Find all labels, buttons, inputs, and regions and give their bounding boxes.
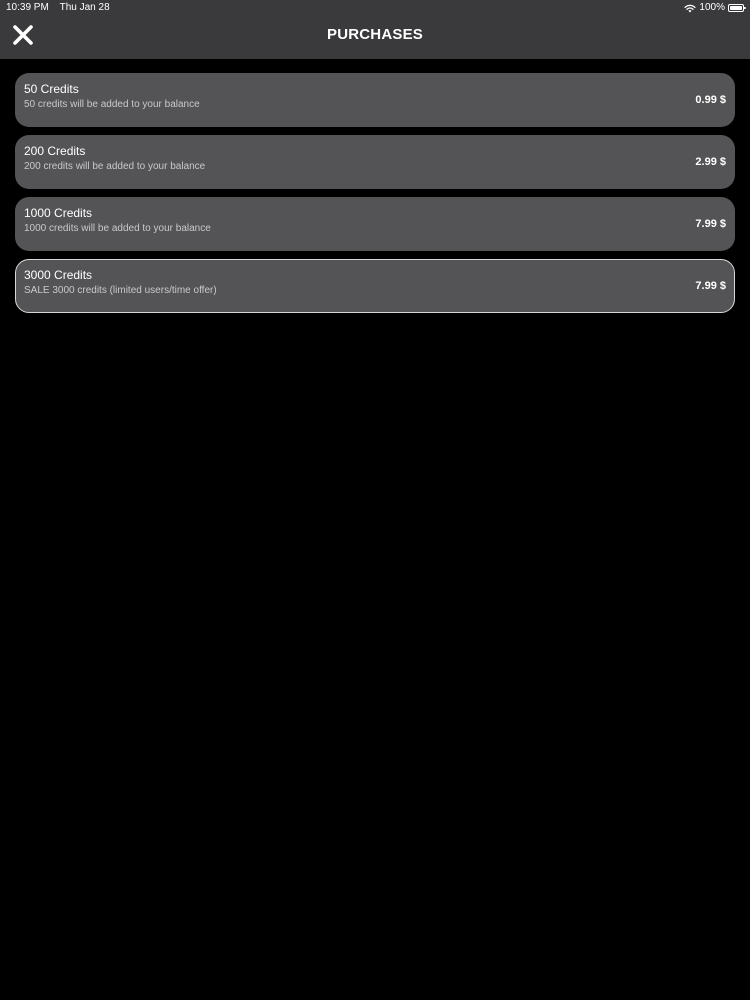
status-time: 10:39 PM	[6, 2, 49, 13]
purchase-title: 200 Credits	[24, 144, 86, 158]
battery-percentage: 100%	[699, 2, 725, 13]
battery-fill	[730, 6, 742, 10]
purchase-description: 1000 credits will be added to your balan…	[24, 223, 211, 234]
purchase-item-1000-credits[interactable]: 1000 Credits 1000 credits will be added …	[15, 197, 735, 251]
status-right: 100%	[684, 1, 746, 15]
purchase-title: 50 Credits	[24, 82, 79, 96]
purchase-price: 2.99 $	[695, 156, 726, 168]
purchase-description: SALE 3000 credits (limited users/time of…	[24, 285, 217, 296]
purchase-description: 200 credits will be added to your balanc…	[24, 161, 206, 172]
purchase-item-200-credits[interactable]: 200 Credits 200 credits will be added to…	[15, 135, 735, 189]
purchase-item-50-credits[interactable]: 50 Credits 50 credits will be added to y…	[15, 73, 735, 127]
purchase-list: 50 Credits 50 credits will be added to y…	[15, 73, 735, 321]
page-title: PURCHASES	[327, 26, 423, 43]
purchase-title: 3000 Credits	[24, 268, 93, 282]
purchase-price: 7.99 $	[695, 280, 726, 292]
status-left: 10:39 PM Thu Jan 28	[6, 1, 110, 15]
purchase-title: 1000 Credits	[24, 206, 93, 220]
status-date: Thu Jan 28	[59, 2, 110, 13]
purchase-price: 0.99 $	[695, 94, 726, 106]
purchase-item-3000-credits[interactable]: 3000 Credits SALE 3000 credits (limited …	[15, 259, 735, 313]
battery-icon	[728, 4, 746, 12]
status-bar: 10:39 PM Thu Jan 28 100%	[0, 0, 750, 14]
purchase-price: 7.99 $	[695, 218, 726, 230]
wifi-icon	[684, 4, 696, 12]
top-bar: 10:39 PM Thu Jan 28 100% PURCHASES	[0, 0, 750, 59]
purchase-description: 50 credits will be added to your balance	[24, 99, 200, 110]
